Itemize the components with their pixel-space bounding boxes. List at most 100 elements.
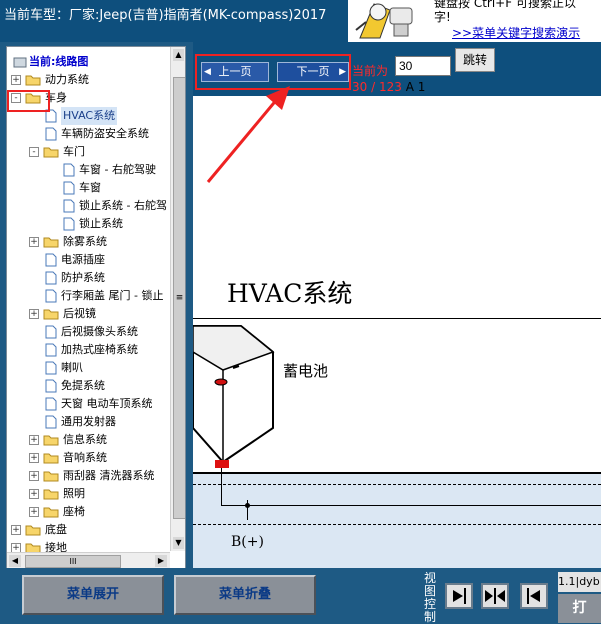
- expand-icon[interactable]: +: [11, 525, 21, 535]
- document-icon: [45, 415, 57, 429]
- folder-icon: [43, 309, 59, 320]
- battery-lead: [221, 468, 222, 506]
- tree-item-anti-theft[interactable]: 车辆防盗安全系统: [7, 125, 170, 143]
- scroll-down-arrow-icon[interactable]: ▼: [173, 537, 184, 549]
- right-edge-button[interactable]: 打: [558, 594, 601, 623]
- tree-item-wiper[interactable]: + 雨刮器 清洗器系统: [7, 467, 170, 485]
- expand-menu-button[interactable]: 菜单展开: [22, 575, 164, 615]
- tree-item-label: 行李厢盖 尾门 - 锁止: [61, 289, 164, 302]
- tree-item-audio-system[interactable]: + 音响系统: [7, 449, 170, 467]
- bus-label: B(+): [231, 534, 264, 550]
- tree-vertical-scrollbar[interactable]: ▲ ≡ ▼: [170, 47, 185, 551]
- tree-item-info-system[interactable]: + 信息系统: [7, 431, 170, 449]
- page-suffix: A 1: [405, 80, 426, 94]
- horizontal-scroll-thumb[interactable]: III: [25, 555, 121, 568]
- tree-item-label: 照明: [63, 487, 85, 500]
- tree-item-lighting[interactable]: + 照明: [7, 485, 170, 503]
- tree-item-lock-rhd[interactable]: 锁止系统 - 右舵驾: [7, 197, 170, 215]
- expand-icon[interactable]: +: [29, 489, 39, 499]
- folder-icon: [25, 525, 41, 536]
- tree-item-seats[interactable]: + 座椅: [7, 503, 170, 521]
- annotation-arrow-icon: [206, 86, 290, 183]
- expand-icon[interactable]: +: [11, 75, 21, 85]
- tree-item-heated-seat[interactable]: 加热式座椅系统: [7, 341, 170, 359]
- page-info: 30 / 123 A 1: [352, 80, 425, 94]
- tree-item-label: 车辆防盗安全系统: [61, 127, 149, 140]
- folder-icon: [43, 507, 59, 518]
- mascot-icon: [350, 0, 428, 40]
- bus-dashed-line-bottom: [193, 524, 601, 525]
- tree-item-universal-transmitter[interactable]: 通用发射器: [7, 413, 170, 431]
- folder-icon: [43, 489, 59, 500]
- battery-label: 蓄电池: [283, 362, 329, 380]
- folder-icon: [43, 147, 59, 158]
- battery-icon: [193, 325, 275, 468]
- bus-dashed-line-top: [193, 484, 601, 485]
- scroll-thumb[interactable]: ≡: [173, 77, 185, 519]
- tree-item-label: 免提系统: [61, 379, 105, 392]
- tree-item-label: 音响系统: [63, 451, 107, 464]
- tree-item-window-rhd[interactable]: 车窗 - 右舵驾驶: [7, 161, 170, 179]
- collapse-menu-button[interactable]: 菜单折叠: [174, 575, 316, 615]
- expand-icon[interactable]: +: [29, 435, 39, 445]
- page-number-input[interactable]: [395, 56, 451, 76]
- expand-icon[interactable]: +: [29, 309, 39, 319]
- navigation-tree: 当前:线路图 + 动力系统 - 车身 HVAC系统 车辆防盗安全系统 - 车门 车窗 - 右舵驾…: [6, 46, 186, 570]
- tree-root-icon: [13, 57, 27, 68]
- tree-item-hands-free[interactable]: 免提系统: [7, 377, 170, 395]
- scroll-right-arrow-icon[interactable]: ▶: [155, 555, 167, 567]
- tree-item-powertrain[interactable]: + 动力系统: [7, 71, 170, 89]
- tree-item-label: 锁止系统: [79, 217, 123, 230]
- tree-item-label: 通用发射器: [61, 415, 116, 428]
- document-icon: [63, 181, 75, 195]
- scroll-up-arrow-icon[interactable]: ▲: [173, 49, 184, 61]
- tree-item-defog[interactable]: + 除雾系统: [7, 233, 170, 251]
- hint-text-line2: 字!: [434, 10, 451, 24]
- expand-icon[interactable]: +: [29, 507, 39, 517]
- tree-item-sunroof[interactable]: 天窗 电动车顶系统: [7, 395, 170, 413]
- tree-item-label: 锁止系统 - 右舵驾: [79, 199, 167, 212]
- view-control-fit-button[interactable]: [481, 583, 509, 609]
- bus-junction-dot: [245, 503, 250, 508]
- tree-item-protection[interactable]: 防护系统: [7, 269, 170, 287]
- expand-icon[interactable]: +: [29, 453, 39, 463]
- bus-wire: [221, 505, 601, 506]
- tree-item-label: 防护系统: [61, 271, 105, 284]
- tree-item-trunk-lock[interactable]: 行李厢盖 尾门 - 锁止: [7, 287, 170, 305]
- scroll-left-arrow-icon[interactable]: ◀: [9, 555, 21, 567]
- collapse-icon[interactable]: -: [29, 147, 39, 157]
- document-icon: [63, 217, 75, 231]
- keyword-search-demo-link[interactable]: >>菜单关键字搜索演示: [452, 24, 580, 41]
- tree-item-window[interactable]: 车窗: [7, 179, 170, 197]
- document-icon: [45, 253, 57, 267]
- hint-text-line1: 键盘按 Ctrl+F 可搜索正以: [434, 0, 576, 10]
- expand-icon[interactable]: +: [29, 237, 39, 247]
- document-icon: [45, 325, 57, 339]
- view-control-next-button[interactable]: [445, 583, 473, 609]
- tree-item-label: 车窗: [79, 181, 101, 194]
- step-left-icon: [527, 588, 540, 604]
- document-icon: [45, 397, 57, 411]
- expand-icon[interactable]: +: [29, 471, 39, 481]
- heading-divider: [193, 318, 601, 319]
- tree-item-power-outlet[interactable]: 电源插座: [7, 251, 170, 269]
- tree-item-label: 车窗 - 右舵驾驶: [79, 163, 156, 176]
- tree-item-doors[interactable]: - 车门: [7, 143, 170, 161]
- folder-icon: [43, 435, 59, 446]
- tree-item-label: 天窗 电动车顶系统: [61, 397, 153, 410]
- tree-item-rear-camera[interactable]: 后视摄像头系统: [7, 323, 170, 341]
- tree-item-label: 喇叭: [61, 361, 83, 374]
- folder-icon: [43, 237, 59, 248]
- jump-button[interactable]: 跳转: [455, 48, 495, 72]
- bus-top-line: [193, 472, 601, 474]
- tree-item-mirror[interactable]: + 后视镜: [7, 305, 170, 323]
- document-icon: [45, 361, 57, 375]
- tree-item-lock[interactable]: 锁止系统: [7, 215, 170, 233]
- current-page-label: 当前为: [352, 64, 389, 78]
- tree-horizontal-scrollbar[interactable]: ◀ III ▶: [7, 552, 170, 569]
- tree-item-label: 除雾系统: [63, 235, 107, 248]
- tree-item-horn[interactable]: 喇叭: [7, 359, 170, 377]
- view-control-prev-button[interactable]: [520, 583, 548, 609]
- tree-item-chassis[interactable]: + 底盘: [7, 521, 170, 539]
- document-icon: [45, 379, 57, 393]
